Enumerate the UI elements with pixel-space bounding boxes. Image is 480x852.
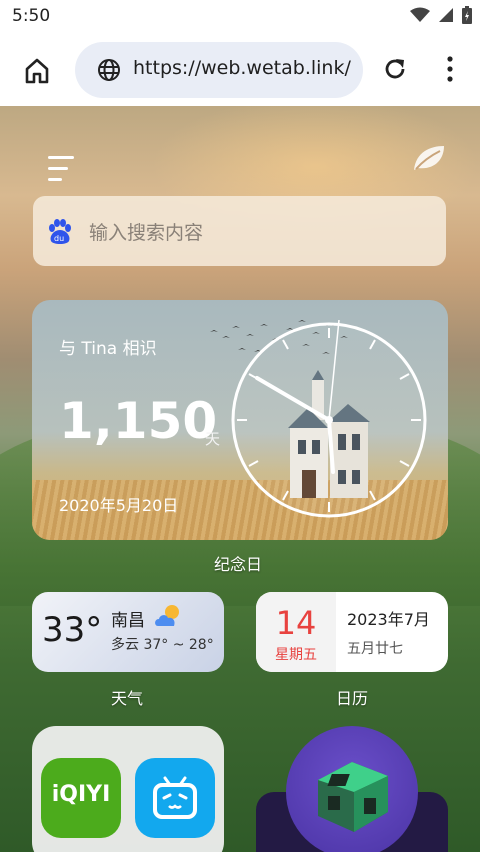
weather-widget[interactable]: 33° 南昌 多云 37° ~ 28° [32,592,224,672]
weather-label: 天气 [111,689,144,708]
home-button[interactable] [22,56,52,86]
weather-city: 南昌 [111,611,145,631]
anniversary-widget[interactable]: 与 Tina 相识 1,150 天 2020年5月20日 [32,300,448,540]
menu-icon [48,156,74,181]
anniversary-title: 与 Tina 相识 [59,339,157,359]
wetab-page: du 输入搜索内容 与 Tina 相识 1,150 天 2020年5月20日 纪… [0,106,480,852]
anniversary-unit: 天 [205,430,221,448]
anniversary-count: 1,150 [59,392,218,450]
browser-toolbar: https://web.wetab.link/ [0,34,480,106]
calendar-weekday: 星期五 [275,647,317,663]
cube-game-icon [318,762,388,832]
globe-icon [98,59,120,81]
status-time: 5:50 [12,6,51,26]
more-menu-button[interactable] [446,56,454,86]
partly-cloudy-icon [155,605,179,626]
calendar-day-panel: 14 星期五 [256,592,336,672]
calendar-lunar-date: 五月廿七 [347,641,403,657]
battery-icon [462,6,472,24]
search-bar[interactable]: du 输入搜索内容 [33,196,446,266]
menu-button[interactable] [48,156,76,186]
svg-text:du: du [54,234,64,243]
search-placeholder: 输入搜索内容 [89,222,204,244]
status-icons [410,6,472,24]
calendar-day: 14 [275,604,317,642]
calendar-year-month: 2023年7月 [347,610,430,629]
anniversary-date: 2020年5月20日 [59,496,179,515]
home-icon [25,58,49,84]
iqiyi-app[interactable]: iQIYI [41,758,121,838]
clock-widget [231,320,427,518]
iqiyi-logo: iQIYI [51,782,111,807]
signal-icon [439,8,453,22]
calendar-label: 日历 [336,689,369,708]
reload-icon [385,59,405,79]
wifi-icon [410,7,430,22]
url-bar[interactable]: https://web.wetab.link/ [75,42,363,98]
weather-condition: 多云 37° ~ 28° [111,637,214,653]
leaf-icon [414,146,444,170]
theme-button[interactable] [412,144,446,176]
more-vertical-icon [447,56,453,82]
bilibili-icon [153,776,197,819]
reload-button[interactable] [382,56,408,86]
baidu-icon: du [49,219,71,244]
bilibili-app[interactable] [135,758,215,838]
calendar-widget[interactable]: 14 星期五 2023年7月 五月廿七 [256,592,448,672]
weather-temperature: 33° [42,610,103,650]
app-folder: iQIYI [32,726,224,852]
anniversary-label: 纪念日 [214,555,263,574]
status-bar: 5:50 [0,0,480,34]
url-text: https://web.wetab.link/ [133,57,351,79]
